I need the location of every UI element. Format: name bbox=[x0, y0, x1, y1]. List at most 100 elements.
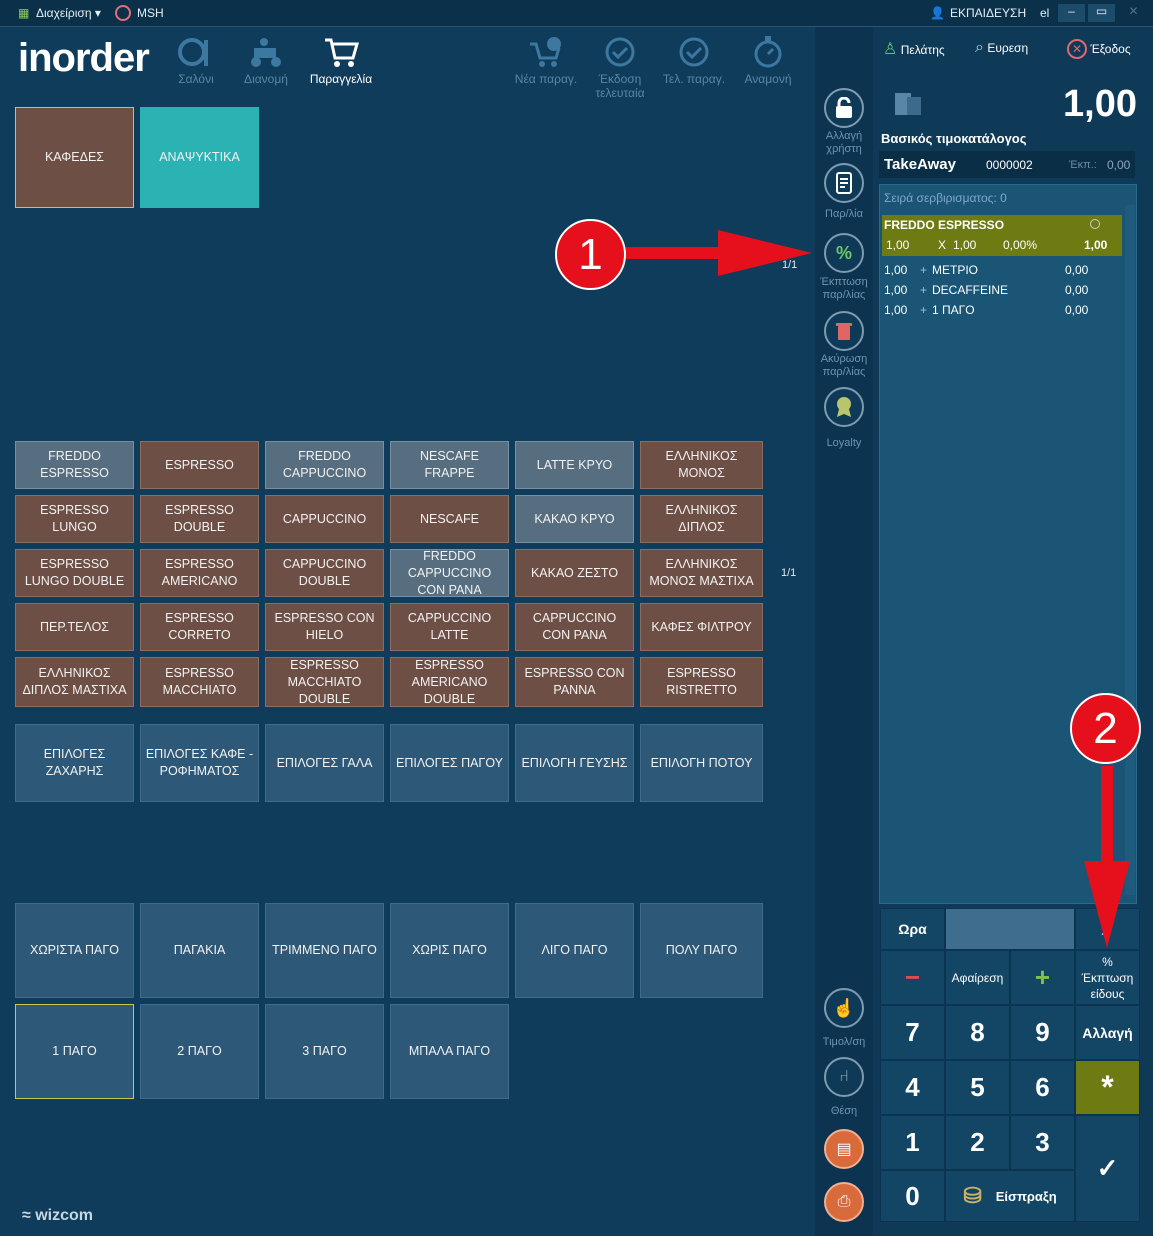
nav-salon[interactable]: Σαλόνι bbox=[160, 36, 232, 86]
print-button[interactable]: ⎙ bbox=[824, 1182, 864, 1222]
modifier-line[interactable]: 1,00 + ΜΕΤΡΙΟ 0,00 bbox=[884, 263, 1114, 281]
product-espresso-americano[interactable]: ESPRESSO AMERICANO bbox=[140, 549, 259, 597]
product-espresso-lungo-double[interactable]: ESPRESSO LUNGO DOUBLE bbox=[15, 549, 134, 597]
product-filter-coffee[interactable]: ΚΑΦΕΣ ΦΙΛΤΡΟΥ bbox=[640, 603, 763, 651]
multiply-button[interactable]: * bbox=[1075, 1060, 1140, 1115]
order-discount-button[interactable]: % bbox=[824, 233, 864, 273]
change-user-label: Αλλαγή χρήστη bbox=[825, 130, 863, 155]
nav-last-order[interactable]: Τελ. παραγ. bbox=[658, 36, 730, 86]
modifier-2-ice[interactable]: 2 ΠΑΓΟ bbox=[140, 1004, 259, 1099]
modifier-little-ice[interactable]: ΛΙΓΟ ΠΑΓΟ bbox=[515, 903, 634, 998]
product-freddo-espresso[interactable]: FREDDO ESPRESSO bbox=[15, 441, 134, 489]
option-coffee-beverage[interactable]: ΕΠΙΛΟΓΕΣ ΚΑΦΕ - ΡΟΦΗΜΑΤΟΣ bbox=[140, 724, 259, 802]
change-user-button[interactable] bbox=[824, 88, 864, 128]
product-greek-single[interactable]: ΕΛΛΗΝΙΚΟΣ ΜΟΝΟΣ bbox=[640, 441, 763, 489]
modifier-3-ice[interactable]: 3 ΠΑΓΟ bbox=[265, 1004, 384, 1099]
minimize-button[interactable]: – bbox=[1058, 4, 1085, 22]
modifier-line[interactable]: 1,00 + 1 ΠΑΓΟ 0,00 bbox=[884, 303, 1114, 321]
product-cappuccino-con-pana[interactable]: CAPPUCCINO CON PANA bbox=[515, 603, 634, 651]
product-cappuccino-latte[interactable]: CAPPUCCINO LATTE bbox=[390, 603, 509, 651]
item-discount-button[interactable]: % Έκπτωση είδους bbox=[1075, 950, 1140, 1005]
product-espresso-americano-double[interactable]: ESPRESSO AMERICANO DOUBLE bbox=[390, 657, 509, 707]
modifier-much-ice[interactable]: ΠΟΛΥ ΠΑΓΟ bbox=[640, 903, 763, 998]
cash-register-button[interactable]: ▤ bbox=[824, 1129, 864, 1169]
key-6[interactable]: 6 bbox=[1010, 1060, 1075, 1115]
option-sugar[interactable]: ΕΠΙΛΟΓΕΣ ΖΑΧΑΡΗΣ bbox=[15, 724, 134, 802]
product-freddo-cappuccino-con-pana[interactable]: FREDDO CAPPUCCINO CON PANA bbox=[390, 549, 509, 597]
hour-button[interactable]: Ωρα bbox=[880, 908, 945, 950]
product-greek-double[interactable]: ΕΛΛΗΝΙΚΟΣ ΔΙΠΛΟΣ bbox=[640, 495, 763, 543]
product-espresso-con-panna[interactable]: ESPRESSO CON PANNA bbox=[515, 657, 634, 707]
exit-button[interactable]: ✕ Έξοδος bbox=[1067, 39, 1153, 65]
confirm-button[interactable]: ✓ bbox=[1075, 1115, 1140, 1222]
maximize-button[interactable]: ▭ bbox=[1088, 4, 1115, 22]
customer-button[interactable]: ♙ Πελάτης bbox=[883, 39, 978, 65]
order-type[interactable]: TakeAway bbox=[884, 156, 956, 173]
product-per-telos[interactable]: ΠΕΡ.ΤΕΛΟΣ bbox=[15, 603, 134, 651]
order-button[interactable] bbox=[824, 163, 864, 203]
category-coffee[interactable]: ΚΑΦΕΔΕΣ bbox=[15, 107, 134, 208]
product-latte-cold[interactable]: LATTE ΚΡΥΟ bbox=[515, 441, 634, 489]
msh-label[interactable]: MSH bbox=[137, 6, 164, 20]
product-espresso-ristretto[interactable]: ESPRESSO RISTRETTO bbox=[640, 657, 763, 707]
product-espresso[interactable]: ESPRESSO bbox=[140, 441, 259, 489]
category-soft-drinks[interactable]: ΑΝΑΨΥΚΤΙΚΑ bbox=[140, 107, 259, 208]
product-greek-single-mastic[interactable]: ΕΛΛΗΝΙΚΟΣ ΜΟΝΟΣ ΜΑΣΤΙΧΑ bbox=[640, 549, 763, 597]
change-button[interactable]: Αλλαγή bbox=[1075, 1005, 1140, 1060]
key-3[interactable]: 3 bbox=[1010, 1115, 1075, 1170]
invoice-button[interactable]: ☝ bbox=[824, 988, 864, 1028]
product-cappuccino[interactable]: CAPPUCCINO bbox=[265, 495, 384, 543]
modifier-line[interactable]: 1,00 + DECAFFEINE 0,00 bbox=[884, 283, 1114, 301]
nav-new-order[interactable]: Νέα παραγ. bbox=[510, 36, 582, 86]
option-drink[interactable]: ΕΠΙΛΟΓΗ ΠΟΤΟΥ bbox=[640, 724, 763, 802]
modifier-1-ice[interactable]: 1 ΠΑΓΟ bbox=[15, 1004, 134, 1099]
modifier-ice-ball[interactable]: ΜΠΑΛΑ ΠΑΓΟ bbox=[390, 1004, 509, 1099]
order-item-selected[interactable]: FREDDO ESPRESSO 1,00 X 1,00 0,00% 1,00 bbox=[882, 215, 1122, 256]
cancel-order-button[interactable] bbox=[824, 311, 864, 351]
loyalty-button[interactable] bbox=[824, 387, 864, 427]
nav-hold[interactable]: Αναμονή bbox=[732, 36, 804, 86]
chair-icon: ⑁ bbox=[839, 1068, 849, 1085]
payment-button[interactable]: ⛁ Είσπραξη bbox=[945, 1170, 1075, 1222]
language[interactable]: el bbox=[1040, 6, 1049, 20]
grid-icon: ▦ bbox=[18, 6, 30, 20]
product-nescafe-frappe[interactable]: NESCAFE FRAPPE bbox=[390, 441, 509, 489]
product-cocoa-hot[interactable]: ΚΑΚΑΟ ΖΕΣΤΟ bbox=[515, 549, 634, 597]
plus-button[interactable]: + bbox=[1010, 950, 1075, 1005]
nav-order[interactable]: Παραγγελία bbox=[305, 36, 377, 86]
seat-button[interactable]: ⑁ bbox=[824, 1057, 864, 1097]
product-freddo-cappuccino[interactable]: FREDDO CAPPUCCINO bbox=[265, 441, 384, 489]
key-8[interactable]: 8 bbox=[945, 1005, 1010, 1060]
modifier-no-ice[interactable]: ΧΩΡΙΣ ΠΑΓΟ bbox=[390, 903, 509, 998]
option-milk[interactable]: ΕΠΙΛΟΓΕΣ ΓΑΛΑ bbox=[265, 724, 384, 802]
key-0[interactable]: 0 bbox=[880, 1170, 945, 1222]
modifier-ice-cubes[interactable]: ΠΑΓΑΚΙΑ bbox=[140, 903, 259, 998]
nav-print-last[interactable]: Έκδοση τελευταία bbox=[584, 36, 656, 100]
modifier-ice-separate[interactable]: ΧΩΡΙΣΤΑ ΠΑΓΟ bbox=[15, 903, 134, 998]
product-nescafe[interactable]: NESCAFE bbox=[390, 495, 509, 543]
option-ice[interactable]: ΕΠΙΛΟΓΕΣ ΠΑΓΟΥ bbox=[390, 724, 509, 802]
admin-menu[interactable]: Διαχείριση ▾ bbox=[36, 6, 101, 20]
remove-button[interactable]: Αφαίρεση bbox=[945, 950, 1010, 1005]
key-1[interactable]: 1 bbox=[880, 1115, 945, 1170]
product-espresso-macchiato[interactable]: ESPRESSO MACCHIATO bbox=[140, 657, 259, 707]
product-espresso-double[interactable]: ESPRESSO DOUBLE bbox=[140, 495, 259, 543]
close-button[interactable]: ✕ bbox=[1120, 4, 1147, 22]
product-espresso-correto[interactable]: ESPRESSO CORRETO bbox=[140, 603, 259, 651]
search-button[interactable]: ⌕ Ευρεση bbox=[975, 39, 1065, 65]
minus-button[interactable]: − bbox=[880, 950, 945, 1005]
product-cocoa-cold[interactable]: ΚΑΚΑΟ ΚΡΥΟ bbox=[515, 495, 634, 543]
product-espresso-lungo[interactable]: ESPRESSO LUNGO bbox=[15, 495, 134, 543]
nav-delivery[interactable]: Διανομή bbox=[230, 36, 302, 86]
option-flavor[interactable]: ΕΠΙΛΟΓΗ ΓΕΥΣΗΣ bbox=[515, 724, 634, 802]
modifier-crushed-ice[interactable]: ΤΡΙΜΜΕΝΟ ΠΑΓΟ bbox=[265, 903, 384, 998]
product-espresso-macchiato-double[interactable]: ESPRESSO MACCHIATO DOUBLE bbox=[265, 657, 384, 707]
key-5[interactable]: 5 bbox=[945, 1060, 1010, 1115]
key-2[interactable]: 2 bbox=[945, 1115, 1010, 1170]
product-greek-double-mastic[interactable]: ΕΛΛΗΝΙΚΟΣ ΔΙΠΛΟΣ ΜΑΣΤΙΧΑ bbox=[15, 657, 134, 707]
key-4[interactable]: 4 bbox=[880, 1060, 945, 1115]
key-7[interactable]: 7 bbox=[880, 1005, 945, 1060]
key-9[interactable]: 9 bbox=[1010, 1005, 1075, 1060]
product-cappuccino-double[interactable]: CAPPUCCINO DOUBLE bbox=[265, 549, 384, 597]
product-espresso-con-hielo[interactable]: ESPRESSO CON HIELO bbox=[265, 603, 384, 651]
